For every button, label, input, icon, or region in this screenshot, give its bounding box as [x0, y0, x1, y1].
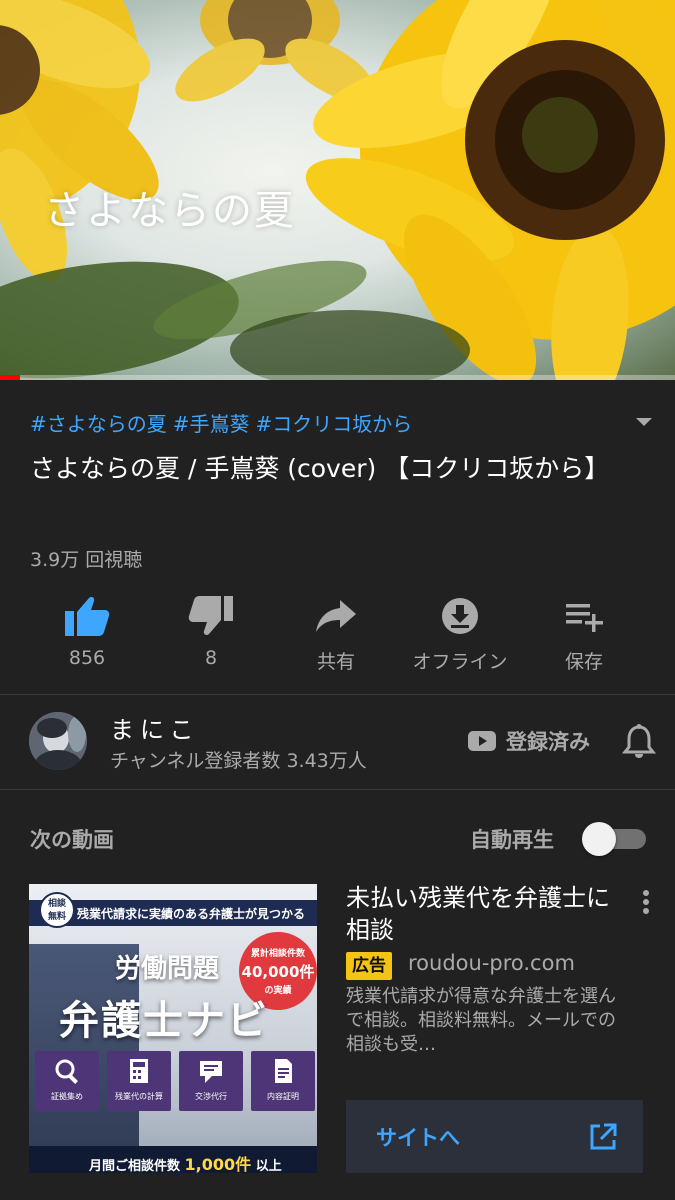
offline-button[interactable]: オフライン: [398, 590, 522, 675]
autoplay-label: 自動再生: [470, 828, 554, 852]
divider: [0, 789, 675, 790]
ad-title[interactable]: 未払い残業代を弁護士に相談: [346, 882, 622, 946]
video-overlay-title: さよならの夏: [44, 188, 296, 234]
visit-site-button[interactable]: サイトへ: [346, 1100, 643, 1173]
video-player[interactable]: さよならの夏: [0, 0, 675, 380]
thumbnail-footer-text: 月間ご相談件数 1,000件 以上: [89, 1151, 282, 1173]
subscribed-button[interactable]: 登録済み: [468, 726, 590, 756]
thumbnail-brand: 弁護士ナビ: [59, 997, 269, 1044]
hashtag-link[interactable]: #コクリコ坂から: [256, 412, 413, 436]
count-line: 累計相談件数: [250, 949, 305, 959]
avatar-image: [29, 712, 87, 770]
external-link-icon: [590, 1123, 617, 1150]
hashtag-list: #さよならの夏 #手嶌葵 #コクリコ坂から: [30, 408, 418, 437]
thumbnail-banner-text: 残業代請求に実績のある弁護士が見つかる: [77, 907, 306, 921]
bell-icon[interactable]: [622, 723, 656, 759]
ad-thumbnail[interactable]: 残業代請求に実績のある弁護士が見つかる 相談 無料 累計相談件数 40,000件…: [29, 884, 317, 1173]
up-next-label: 次の動画: [30, 828, 114, 852]
subscribed-label: 登録済み: [506, 730, 590, 754]
action-bar: 856 8 共有 オフライン 保存: [25, 590, 650, 675]
badge-line: 相談: [47, 899, 66, 909]
free-consult-badge: 相談 無料: [39, 892, 75, 928]
share-button[interactable]: 共有: [274, 590, 398, 675]
progress-fill: [0, 375, 21, 380]
share-label: 共有: [316, 651, 355, 673]
progress-bar[interactable]: [0, 375, 675, 380]
footer-prefix: 月間ご相談件数: [89, 1159, 181, 1173]
offline-label: オフライン: [412, 651, 508, 673]
ad-domain: roudou-pro.com: [408, 951, 575, 975]
more-vertical-icon[interactable]: [636, 888, 656, 918]
tile-label: 残業代の計算: [115, 1092, 163, 1101]
footer-highlight: 1,000件: [184, 1155, 252, 1173]
service-tile: 証拠集め: [35, 1051, 99, 1111]
ad-badge: 広告: [346, 952, 392, 980]
footer-suffix: 以上: [255, 1159, 282, 1173]
badge-line: 無料: [47, 912, 66, 922]
download-icon: [442, 598, 478, 634]
tile-label: 証拠集め: [51, 1092, 83, 1101]
subscriber-count: チャンネル登録者数 3.43万人: [110, 750, 367, 772]
playlist-add-icon: [566, 604, 603, 632]
tile-label: 交渉代行: [195, 1092, 227, 1101]
visit-site-label: サイトへ: [376, 1126, 460, 1150]
watch-page: さよならの夏 #さよならの夏 #手嶌葵 #コクリコ坂から さよならの夏 / 手嶌葵 …: [0, 0, 675, 1200]
magnifier-icon: [55, 1059, 78, 1084]
toggle-knob: [582, 822, 616, 856]
hashtag-link[interactable]: #さよならの夏: [30, 412, 167, 436]
thumbs-down-icon: [188, 596, 233, 635]
ad-description: 残業代請求が得意な弁護士を選んで相談。相談料無料。メールでの相談も受…: [346, 986, 616, 1055]
autoplay-toggle[interactable]: [582, 822, 648, 856]
save-button[interactable]: 保存: [522, 590, 646, 675]
divider: [0, 694, 675, 695]
share-arrow-icon: [316, 600, 356, 632]
tile-label: 内容証明: [267, 1092, 299, 1101]
thumbnail-service-tiles: 証拠集め 残業代の計算 交渉代行 内容証明: [35, 1051, 315, 1111]
dislike-count: 8: [204, 647, 218, 669]
view-count: 3.9万 回視聴: [30, 549, 143, 571]
count-line: 40,000件: [241, 963, 315, 981]
youtube-icon: [468, 731, 496, 751]
like-button[interactable]: 856: [25, 590, 149, 675]
service-tile: 残業代の計算: [107, 1051, 171, 1111]
hashtag-link[interactable]: #手嶌葵: [173, 412, 250, 436]
channel-avatar[interactable]: [29, 712, 87, 770]
chat-icon: [200, 1061, 222, 1083]
thumbnail-headline: 労働問題: [115, 954, 220, 984]
dislike-button[interactable]: 8: [149, 590, 273, 675]
video-title: さよならの夏 / 手嶌葵 (cover) 【コクリコ坂から】: [30, 454, 610, 483]
service-tile: 交渉代行: [179, 1051, 243, 1111]
document-icon: [275, 1059, 292, 1083]
chevron-down-icon[interactable]: [632, 412, 656, 432]
service-tile: 内容証明: [251, 1051, 315, 1111]
thumbs-up-icon: [65, 597, 110, 636]
save-label: 保存: [564, 651, 603, 673]
like-count: 856: [68, 647, 106, 669]
calculator-icon: [130, 1059, 148, 1083]
channel-name[interactable]: まにこ: [110, 710, 200, 745]
